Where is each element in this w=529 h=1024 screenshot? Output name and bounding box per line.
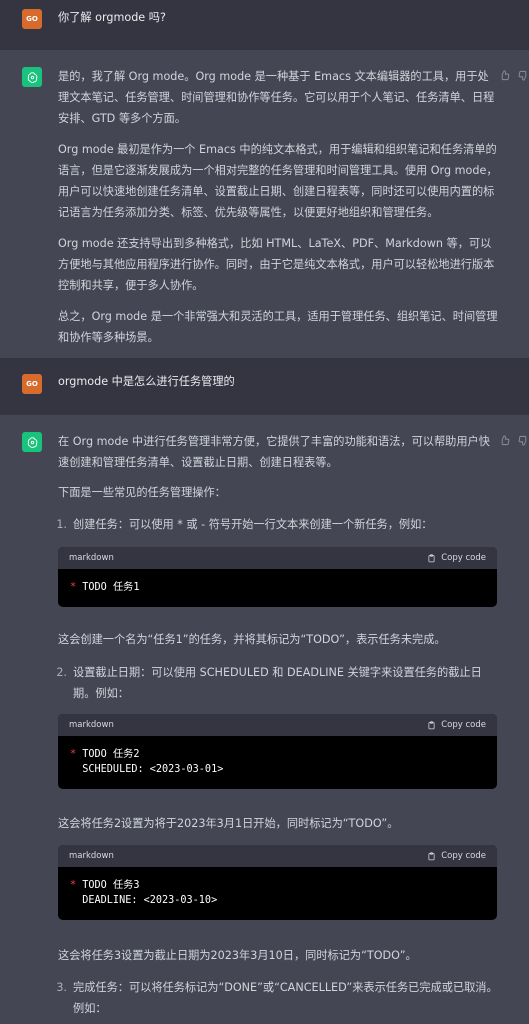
assistant-avatar (22, 67, 42, 87)
openai-logo-icon (27, 436, 37, 448)
answer-paragraph: 是的，我了解 Org mode。Org mode 是一种基于 Emacs 文本编… (58, 70, 495, 125)
code-block: markdown Copy code * TODO 任务1 (58, 547, 497, 607)
assistant-message-1: 是的，我了解 Org mode。Org mode 是一种基于 Emacs 文本编… (0, 50, 529, 358)
assistant-message-body: 是的，我了解 Org mode。Org mode 是一种基于 Emacs 文本编… (58, 66, 498, 358)
clipboard-icon (428, 720, 435, 729)
copy-code-label: Copy code (441, 720, 486, 730)
answer-paragraph: 总之，Org mode 是一个非常强大和灵活的工具，适用于管理任务、组织笔记、时… (58, 310, 498, 344)
code-body: * TODO 任务2 SCHEDULED: <2023-03-01> (58, 736, 497, 788)
list-number: 3. (56, 981, 67, 994)
openai-logo-icon (27, 71, 37, 83)
code-language: markdown (69, 851, 114, 861)
code-line: TODO 任务1 (82, 582, 140, 593)
copy-code-button[interactable]: Copy code (427, 720, 486, 730)
list-text: 设置截止日期：可以使用 SCHEDULED 和 DEADLINE 关键字来设置任… (73, 666, 482, 700)
copy-code-label: Copy code (441, 851, 486, 861)
clipboard-icon (428, 851, 435, 860)
feedback-buttons (499, 435, 529, 446)
code-body: * TODO 任务3 DEADLINE: <2023-03-10> (58, 867, 497, 919)
code-line: DEADLINE: <2023-03-10> (70, 895, 218, 906)
copy-code-label: Copy code (441, 553, 486, 563)
code-bullet: * (70, 880, 77, 891)
thumbs-up-icon[interactable] (499, 70, 510, 81)
clipboard-icon (428, 553, 435, 562)
answer-note: 这会创建一个名为“任务1”的任务，并将其标记为“TODO”，表示任务未完成。 (58, 633, 446, 646)
code-block: markdown Copy code * TODO 任务3 DEADLINE: … (58, 845, 497, 920)
code-block: markdown Copy code * TODO 任务2 SCHEDULED:… (58, 714, 497, 789)
answer-paragraph: Org mode 还支持导出到多种格式，比如 HTML、LaTeX、PDF、Ma… (58, 237, 495, 292)
code-header: markdown Copy code (58, 714, 497, 736)
user-message-text: orgmode 中是怎么进行任务管理的 (58, 375, 235, 388)
user-message-2: GO orgmode 中是怎么进行任务管理的 (0, 358, 529, 415)
copy-code-button[interactable]: Copy code (427, 851, 486, 861)
feedback-buttons (499, 70, 529, 81)
answer-paragraph: Org mode 最初是作为一个 Emacs 中的纯文本格式，用于编辑和组织笔记… (58, 143, 498, 219)
user-message-1: GO 你了解 orgmode 吗? (0, 0, 529, 50)
code-language: markdown (69, 553, 114, 563)
answer-lead: 下面是一些常见的任务管理操作： (58, 486, 226, 499)
copy-code-button[interactable]: Copy code (427, 553, 486, 563)
thumbs-up-icon[interactable] (499, 435, 510, 446)
assistant-avatar (22, 432, 42, 452)
thumbs-down-icon[interactable] (518, 70, 529, 81)
answer-note: 这会将任务3设置为截止日期为2023年3月10日，同时标记为“TODO”。 (58, 949, 417, 962)
code-header: markdown Copy code (58, 547, 497, 569)
answer-intro: 在 Org mode 中进行任务管理非常方便，它提供了丰富的功能和语法，可以帮助… (58, 435, 490, 469)
code-body: * TODO 任务1 (58, 569, 497, 606)
code-line: TODO 任务2 (82, 749, 140, 760)
list-text: 创建任务：可以使用 * 或 - 符号开始一行文本来创建一个新任务，例如： (73, 518, 433, 531)
answer-note: 这会将任务2设置为将于2023年3月1日开始，同时标记为“TODO”。 (58, 817, 399, 830)
code-header: markdown Copy code (58, 845, 497, 867)
user-avatar: GO (22, 374, 42, 394)
thumbs-down-icon[interactable] (518, 435, 529, 446)
code-line: TODO 任务3 (82, 880, 140, 891)
list-number: 1. (56, 518, 67, 531)
code-language: markdown (69, 720, 114, 730)
list-text: 完成任务：可以将任务标记为“DONE”或“CANCELLED”来表示任务已完成或… (73, 981, 498, 1015)
user-message-text: 你了解 orgmode 吗? (58, 11, 166, 24)
code-bullet: * (70, 582, 77, 593)
code-line: SCHEDULED: <2023-03-01> (70, 764, 224, 775)
user-avatar: GO (22, 9, 42, 29)
code-bullet: * (70, 749, 77, 760)
list-number: 2. (56, 666, 67, 679)
